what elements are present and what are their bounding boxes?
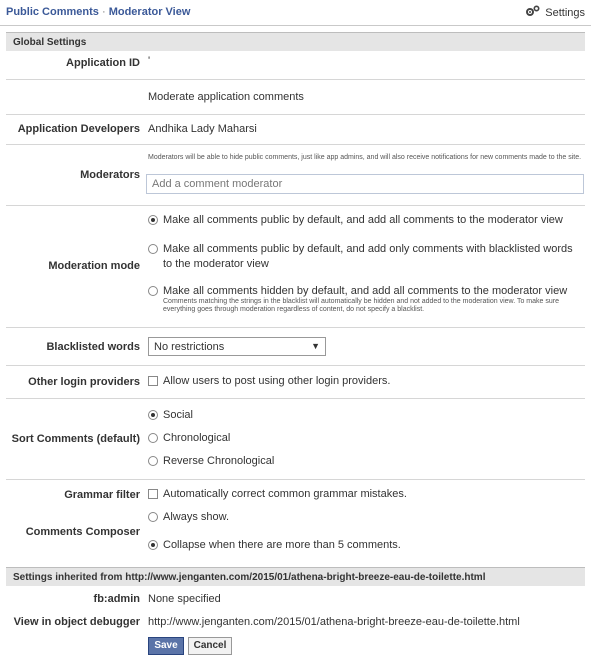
divider <box>6 114 585 115</box>
moderation-note: Comments matching the strings in the bla… <box>163 298 559 313</box>
cancel-button[interactable]: Cancel <box>188 637 232 655</box>
moderators-help: Moderators will be able to hide public c… <box>148 154 582 161</box>
gear-icon <box>525 5 541 20</box>
grammar-filter-label: Grammar filter <box>64 489 140 501</box>
breadcrumb-separator: · <box>101 6 106 18</box>
divider <box>6 205 585 206</box>
composer-always-radio[interactable] <box>148 512 158 522</box>
divider <box>6 327 585 328</box>
sort-reverse-radio[interactable] <box>148 456 158 466</box>
developers-label: Application Developers <box>17 123 140 135</box>
debugger-link[interactable]: http://www.jenganten.com/2015/01/athena-… <box>148 616 520 628</box>
app-id-value: ' <box>148 55 151 67</box>
divider <box>6 398 585 399</box>
debugger-label: View in object debugger <box>13 616 140 628</box>
moderation-option-3[interactable]: Make all comments hidden by default, and… <box>163 284 567 299</box>
sort-comments-label: Sort Comments (default) <box>11 433 140 445</box>
divider <box>6 479 585 480</box>
app-id-label: Application ID <box>66 57 140 69</box>
moderators-label: Moderators <box>80 169 140 181</box>
blacklist-label: Blacklisted words <box>46 341 140 353</box>
moderation-option-1-radio[interactable] <box>148 215 158 225</box>
moderation-option-3-radio[interactable] <box>148 286 158 296</box>
sort-social-radio[interactable] <box>148 410 158 420</box>
chevron-down-icon: ▼ <box>311 341 320 351</box>
global-settings-header: Global Settings <box>6 32 585 51</box>
grammar-filter-option[interactable]: Automatically correct common grammar mis… <box>163 487 407 502</box>
fbadmin-value: None specified <box>148 593 221 605</box>
moderation-option-2-radio[interactable] <box>148 244 158 254</box>
login-providers-checkbox[interactable] <box>148 376 158 386</box>
divider <box>6 144 585 145</box>
comments-composer-label: Comments Composer <box>25 526 140 538</box>
settings-link[interactable]: Settings <box>525 5 585 20</box>
moderator-input[interactable]: Add a comment moderator <box>146 174 584 194</box>
blacklist-value: No restrictions <box>154 341 225 353</box>
moderation-mode-label: Moderation mode <box>48 260 140 272</box>
composer-collapse-option[interactable]: Collapse when there are more than 5 comm… <box>163 538 401 553</box>
sort-social-option[interactable]: Social <box>163 408 193 423</box>
sort-chronological-radio[interactable] <box>148 433 158 443</box>
divider <box>6 79 585 80</box>
breadcrumb: Public Comments · Moderator View <box>6 6 190 18</box>
composer-always-option[interactable]: Always show. <box>163 510 229 525</box>
save-button[interactable]: Save <box>148 637 184 655</box>
settings-label: Settings <box>545 6 585 19</box>
moderation-option-1[interactable]: Make all comments public by default, and… <box>163 213 563 228</box>
view-name-link[interactable]: Moderator View <box>109 6 191 18</box>
grammar-filter-checkbox[interactable] <box>148 489 158 499</box>
inherited-settings-header: Settings inherited from http://www.jenga… <box>6 567 585 586</box>
composer-collapse-radio[interactable] <box>148 540 158 550</box>
divider <box>6 365 585 366</box>
app-description: Moderate application comments <box>148 91 304 103</box>
fbadmin-label: fb:admin <box>93 593 140 605</box>
sort-reverse-option[interactable]: Reverse Chronological <box>163 454 274 469</box>
login-providers-label: Other login providers <box>28 376 140 388</box>
developers-value[interactable]: Andhika Lady Maharsi <box>148 123 257 135</box>
app-name-link[interactable]: Public Comments <box>6 6 99 18</box>
moderation-option-2[interactable]: Make all comments public by default, and… <box>163 242 583 272</box>
blacklist-select[interactable]: No restrictions ▼ <box>148 337 326 356</box>
login-providers-option[interactable]: Allow users to post using other login pr… <box>163 374 390 389</box>
sort-chronological-option[interactable]: Chronological <box>163 431 230 446</box>
